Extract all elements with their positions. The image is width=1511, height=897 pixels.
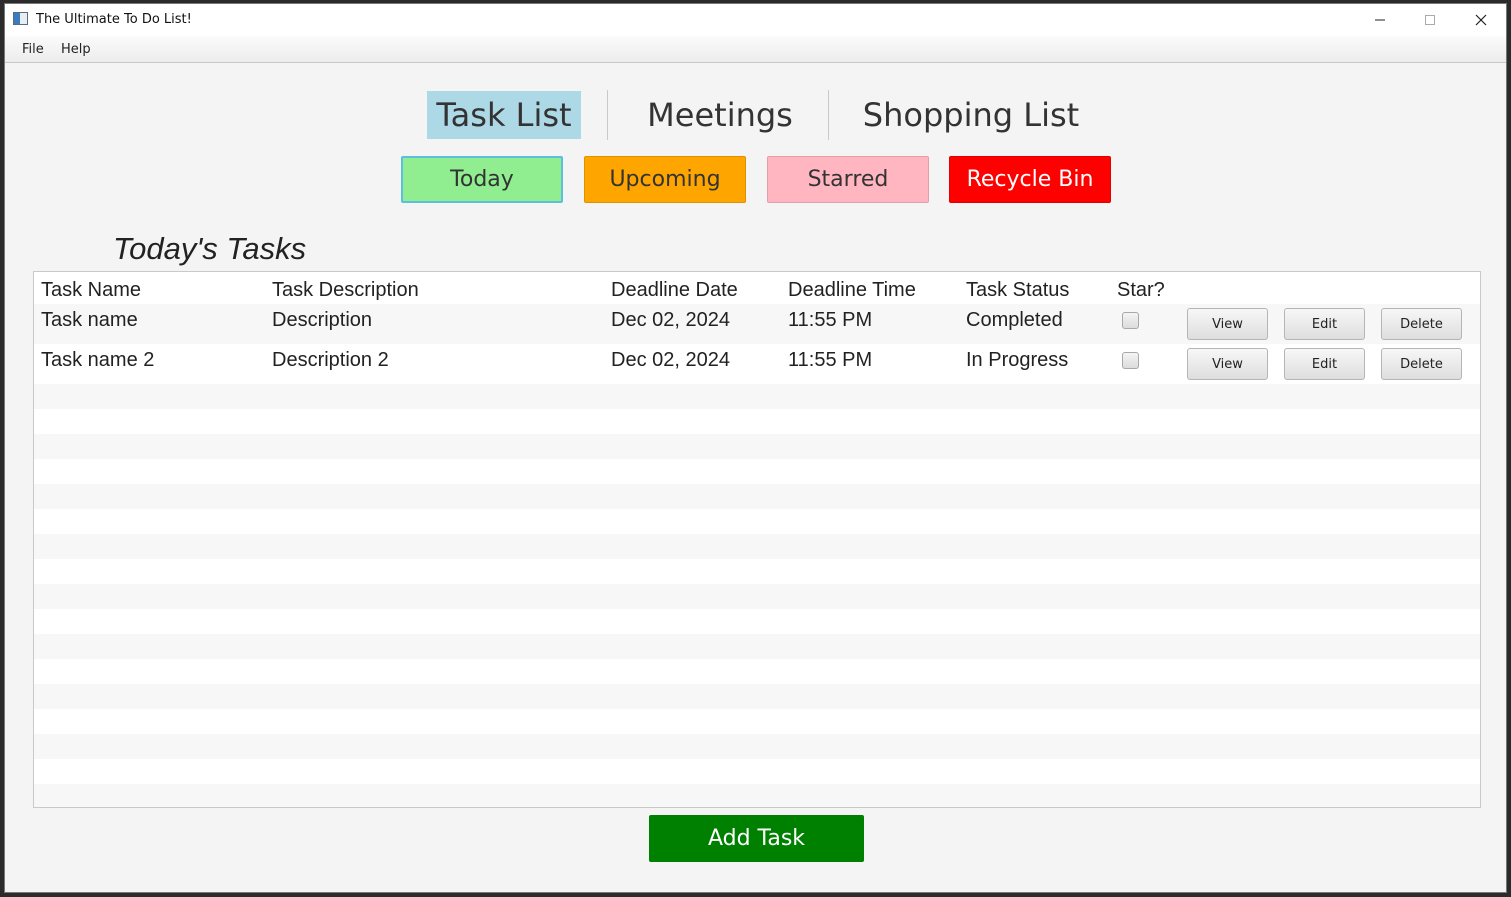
empty-row	[34, 659, 1480, 684]
empty-row	[34, 609, 1480, 634]
empty-row	[34, 759, 1480, 784]
empty-row	[34, 484, 1480, 509]
view-button[interactable]: View	[1187, 348, 1268, 380]
window-title: The Ultimate To Do List!	[36, 12, 192, 27]
delete-button[interactable]: Delete	[1381, 308, 1462, 340]
deadline-date-cell: Dec 02, 2024	[611, 309, 730, 331]
task-name-cell: Task name 2	[41, 349, 155, 371]
empty-row	[34, 584, 1480, 609]
empty-row	[34, 459, 1480, 484]
close-icon	[1475, 14, 1487, 26]
column-header-task-status: Task Status	[966, 279, 1070, 301]
deadline-time-cell: 11:55 PM	[788, 309, 873, 331]
minimize-icon	[1375, 19, 1385, 21]
task-description-cell: Description	[272, 309, 373, 331]
tab-divider	[607, 90, 608, 140]
tab-task-list[interactable]: Task List	[427, 91, 581, 139]
empty-row	[34, 559, 1480, 584]
empty-row	[34, 409, 1480, 434]
tab-divider	[828, 90, 829, 140]
empty-row	[34, 684, 1480, 709]
recycle-bin-button[interactable]: Recycle Bin	[949, 156, 1111, 203]
empty-row	[34, 509, 1480, 534]
deadline-date-cell: Dec 02, 2024	[611, 349, 730, 371]
minimize-button[interactable]	[1357, 4, 1403, 36]
add-task-button[interactable]: Add Task	[649, 815, 864, 862]
table-row[interactable]: Task name 2 Description 2 Dec 02, 2024 1…	[34, 344, 1480, 384]
delete-button[interactable]: Delete	[1381, 348, 1462, 380]
column-header-deadline-time: Deadline Time	[788, 279, 916, 301]
empty-row	[34, 634, 1480, 659]
maximize-button[interactable]	[1407, 4, 1453, 36]
table-row[interactable]: Task name Description Dec 02, 2024 11:55…	[34, 304, 1480, 344]
app-window: The Ultimate To Do List! File Help Task …	[4, 3, 1507, 893]
close-button[interactable]	[1458, 4, 1504, 36]
deadline-time-cell: 11:55 PM	[788, 349, 873, 371]
column-header-deadline-date: Deadline Date	[611, 279, 738, 301]
menu-file[interactable]: File	[22, 42, 44, 57]
starred-button[interactable]: Starred	[767, 156, 929, 203]
task-description-cell: Description 2	[272, 349, 389, 371]
star-checkbox[interactable]	[1122, 312, 1139, 329]
tab-meetings[interactable]: Meetings	[638, 91, 802, 139]
empty-row	[34, 534, 1480, 559]
maximize-icon	[1425, 15, 1435, 25]
table-header: Task Name Task Description Deadline Date…	[34, 272, 1480, 304]
empty-row	[34, 709, 1480, 734]
star-checkbox[interactable]	[1122, 352, 1139, 369]
tab-shopping-list[interactable]: Shopping List	[860, 91, 1082, 139]
task-status-cell: Completed	[966, 309, 1063, 331]
view-button[interactable]: View	[1187, 308, 1268, 340]
column-header-task-description: Task Description	[272, 279, 419, 301]
task-name-cell: Task name	[41, 309, 138, 331]
edit-button[interactable]: Edit	[1284, 308, 1365, 340]
empty-row	[34, 384, 1480, 409]
task-table: Task Name Task Description Deadline Date…	[33, 271, 1481, 808]
empty-row	[34, 734, 1480, 759]
menu-help[interactable]: Help	[61, 42, 91, 57]
upcoming-button[interactable]: Upcoming	[584, 156, 746, 203]
menu-bar: File Help	[5, 36, 1506, 63]
column-header-task-name: Task Name	[41, 279, 142, 301]
page-title: Today's Tasks	[113, 231, 307, 266]
app-icon	[13, 12, 28, 25]
empty-row	[34, 784, 1480, 807]
title-bar: The Ultimate To Do List!	[5, 4, 1506, 36]
empty-row	[34, 434, 1480, 459]
task-status-cell: In Progress	[966, 349, 1069, 371]
edit-button[interactable]: Edit	[1284, 348, 1365, 380]
today-button[interactable]: Today	[401, 156, 563, 203]
column-header-star: Star?	[1117, 279, 1165, 301]
